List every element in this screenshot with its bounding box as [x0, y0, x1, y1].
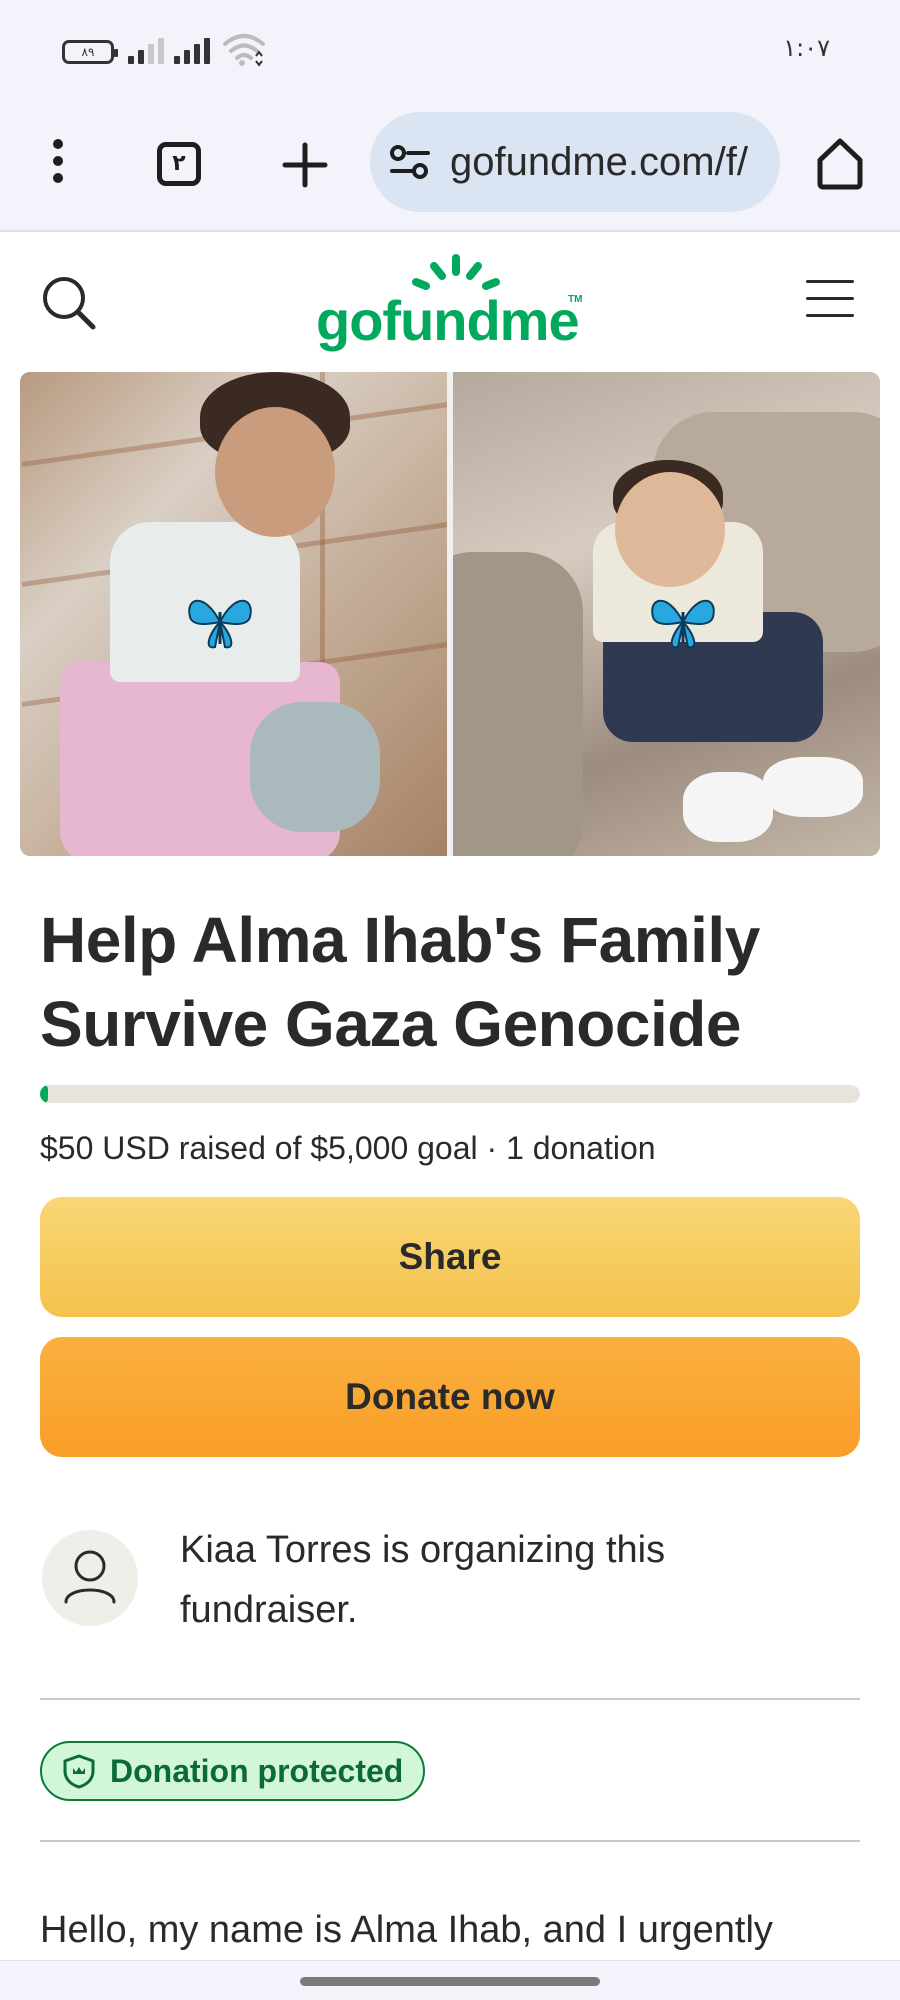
- menu-icon[interactable]: [806, 280, 854, 320]
- wifi-icon: [223, 34, 265, 67]
- status-bar: ٨٩ ١:٠٧: [0, 0, 900, 100]
- status-clock: ١:٠٧: [783, 34, 830, 62]
- logo-trademark: TM: [568, 294, 583, 305]
- share-button[interactable]: Share: [40, 1197, 860, 1317]
- donate-now-button[interactable]: Donate now: [40, 1337, 860, 1457]
- system-nav-bar: [0, 1960, 900, 2000]
- plus-icon[interactable]: [280, 140, 330, 190]
- butterfly-emoji: [188, 599, 252, 649]
- raised-summary: $50 USD raised of $5,000 goal · 1 donati…: [40, 1130, 656, 1166]
- home-icon[interactable]: [815, 136, 865, 190]
- tune-icon[interactable]: [390, 144, 430, 180]
- home-indicator[interactable]: [300, 1977, 600, 1986]
- divider: [40, 1698, 860, 1700]
- campaign-title: Help Alma Ihab's Family Survive Gaza Gen…: [40, 904, 760, 1060]
- progress-fill: [40, 1085, 49, 1103]
- divider: [40, 1840, 860, 1842]
- person-icon: [64, 1550, 116, 1604]
- site-header: gofundme TM: [0, 234, 900, 370]
- logo-text: gofundme: [316, 289, 580, 352]
- signal-sim1-icon: [128, 36, 164, 64]
- address-bar[interactable]: gofundme.com/f/: [370, 112, 780, 212]
- more-vert-icon[interactable]: [46, 136, 70, 186]
- donation-protected-label: Donation protected: [110, 1752, 404, 1789]
- campaign-hero-image: [20, 372, 880, 856]
- battery-icon: ٨٩: [62, 40, 118, 64]
- donation-protected-badge[interactable]: Donation protected: [40, 1741, 426, 1801]
- organizer-text: Kiaa Torres is organizing this fundraise…: [180, 1529, 666, 1631]
- story-text: Hello, my name is Alma Ihab, and I urgen…: [40, 1909, 773, 1951]
- donation-progress-bar: [40, 1085, 860, 1103]
- shield-icon: [63, 1754, 95, 1789]
- browser-toolbar: ٢ gofundme.com/f/: [0, 100, 900, 232]
- search-icon[interactable]: [40, 274, 98, 332]
- photo-girl: [20, 372, 447, 856]
- photo-baby: [453, 372, 880, 856]
- gofundme-logo[interactable]: gofundme TM: [316, 254, 586, 354]
- organizer-avatar[interactable]: [42, 1530, 138, 1626]
- url-text[interactable]: gofundme.com/f/: [450, 140, 760, 185]
- signal-sim2-icon: [174, 36, 210, 64]
- butterfly-emoji: [651, 599, 715, 649]
- tab-switcher-button[interactable]: ٢: [157, 142, 201, 186]
